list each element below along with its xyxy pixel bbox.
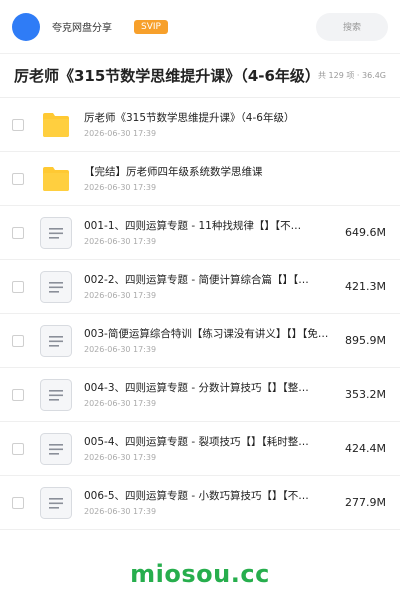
document-icon [40, 324, 72, 357]
file-name: 003-简便运算综合特训【练习课没有讲义】【】【免… [84, 328, 329, 340]
row-checkbox[interactable] [12, 334, 24, 347]
file-row[interactable]: 006-5、四则运算专题 - 小数巧算技巧【】【不… 2026-06-30 17:… [0, 476, 400, 530]
document-icon [40, 270, 72, 303]
file-row[interactable]: 004-3、四则运算专题 - 分数计算技巧【】【整… 2026-06-30 17:… [0, 368, 400, 422]
file-date: 2026-06-30 17:39 [84, 507, 157, 516]
share-title: 夸克网盘分享 [52, 23, 112, 34]
document-icon [40, 432, 72, 465]
folder-row[interactable]: 厉老师《315节数学思维提升课》（4-6年级） 2026-06-30 17:39 [0, 98, 400, 152]
folder-icon [40, 109, 72, 141]
file-size: 424.4M [345, 442, 386, 455]
row-checkbox[interactable] [12, 226, 24, 239]
document-icon [40, 378, 72, 411]
avatar[interactable] [12, 12, 40, 41]
folder-meta: 共 129 项 · 36.4G [318, 71, 386, 80]
row-info: 004-3、四则运算专题 - 分数计算技巧【】【整… 2026-06-30 17:… [84, 381, 337, 408]
watermark: miosou.cc [130, 560, 270, 588]
document-icon [40, 216, 72, 249]
row-info: 001-1、四则运算专题 - 11种找规律【】【不… 2026-06-30 17:… [84, 219, 337, 246]
row-info: 003-简便运算综合特训【练习课没有讲义】【】【免… 2026-06-30 17:… [84, 327, 337, 354]
search-input[interactable]: 搜索 [316, 12, 388, 41]
row-checkbox[interactable] [12, 118, 24, 131]
file-name: 002-2、四则运算专题 - 简便计算综合篇【】【… [84, 274, 309, 286]
row-checkbox[interactable] [12, 388, 24, 401]
row-info: 006-5、四则运算专题 - 小数巧算技巧【】【不… 2026-06-30 17:… [84, 489, 337, 516]
file-name: 005-4、四则运算专题 - 裂项技巧【】【耗时整… [84, 436, 309, 448]
top-bar: 夸克网盘分享 SVIP 搜索 [0, 0, 400, 54]
row-checkbox[interactable] [12, 442, 24, 455]
file-list: 厉老师《315节数学思维提升课》（4-6年级） 2026-06-30 17:39 【… [0, 98, 400, 530]
row-checkbox[interactable] [12, 280, 24, 293]
file-date: 2026-06-30 17:39 [84, 345, 157, 354]
document-icon [40, 486, 72, 519]
file-size: 353.2M [345, 388, 386, 401]
file-date: 2026-06-30 17:39 [84, 183, 157, 192]
file-name: 【完结】厉老师四年级系统数学思维课 [84, 166, 263, 178]
file-date: 2026-06-30 17:39 [84, 453, 157, 462]
row-checkbox[interactable] [12, 172, 24, 185]
folder-header: 厉老师《315节数学思维提升课》（4-6年级） 共 129 项 · 36.4G [0, 54, 400, 98]
file-size: 277.9M [345, 496, 386, 509]
row-info: 【完结】厉老师四年级系统数学思维课 2026-06-30 17:39 [84, 165, 378, 192]
file-size: 895.9M [345, 334, 386, 347]
file-date: 2026-06-30 17:39 [84, 399, 157, 408]
row-info: 005-4、四则运算专题 - 裂项技巧【】【耗时整… 2026-06-30 17:… [84, 435, 337, 462]
row-info: 002-2、四则运算专题 - 简便计算综合篇【】【… 2026-06-30 17:… [84, 273, 337, 300]
file-row[interactable]: 003-简便运算综合特训【练习课没有讲义】【】【免… 2026-06-30 17:… [0, 314, 400, 368]
file-row[interactable]: 005-4、四则运算专题 - 裂项技巧【】【耗时整… 2026-06-30 17:… [0, 422, 400, 476]
file-row[interactable]: 002-2、四则运算专题 - 简便计算综合篇【】【… 2026-06-30 17:… [0, 260, 400, 314]
file-name: 006-5、四则运算专题 - 小数巧算技巧【】【不… [84, 490, 309, 502]
folder-row[interactable]: 【完结】厉老师四年级系统数学思维课 2026-06-30 17:39 [0, 152, 400, 206]
file-name: 厉老师《315节数学思维提升课》（4-6年级） [84, 112, 295, 124]
file-size: 421.3M [345, 280, 386, 293]
file-date: 2026-06-30 17:39 [84, 237, 157, 246]
row-info: 厉老师《315节数学思维提升课》（4-6年级） 2026-06-30 17:39 [84, 111, 378, 138]
svip-badge[interactable]: SVIP [134, 19, 168, 34]
file-row[interactable]: 001-1、四则运算专题 - 11种找规律【】【不… 2026-06-30 17:… [0, 206, 400, 260]
file-name: 001-1、四则运算专题 - 11种找规律【】【不… [84, 220, 302, 232]
file-date: 2026-06-30 17:39 [84, 291, 157, 300]
row-checkbox[interactable] [12, 496, 24, 509]
file-name: 004-3、四则运算专题 - 分数计算技巧【】【整… [84, 382, 309, 394]
file-date: 2026-06-30 17:39 [84, 129, 157, 138]
folder-icon [40, 163, 72, 195]
file-size: 649.6M [345, 226, 386, 239]
page-title: 厉老师《315节数学思维提升课》（4-6年级） [14, 67, 314, 85]
